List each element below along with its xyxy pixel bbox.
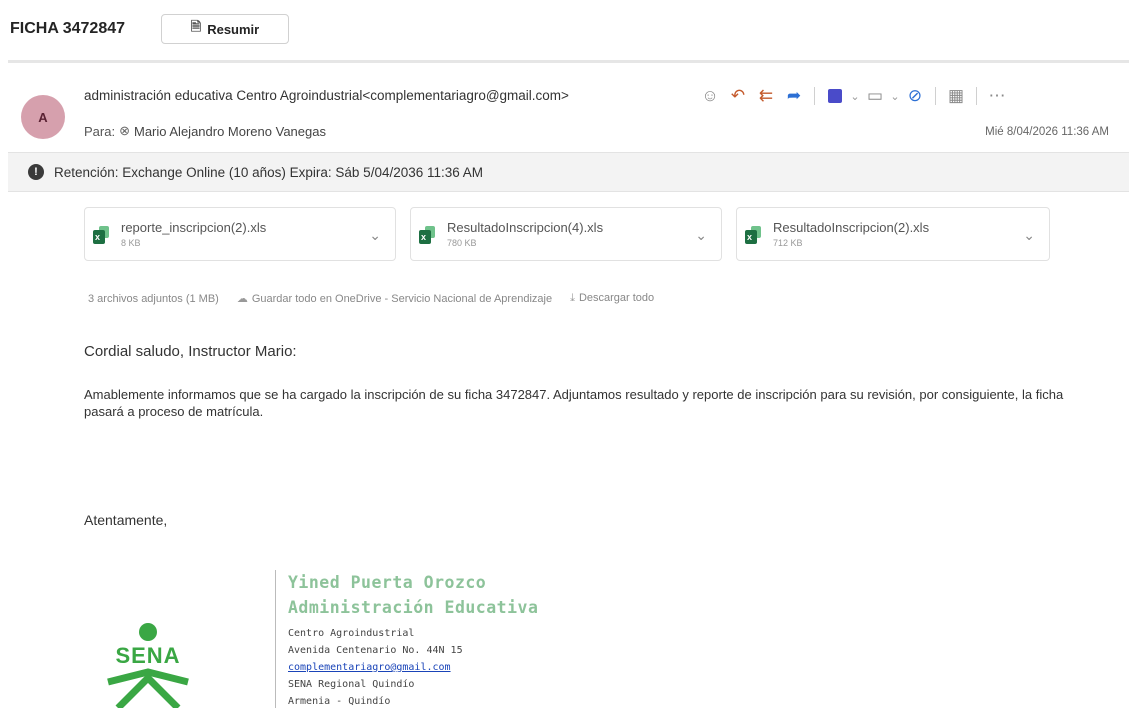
attachment-count: 3 archivos adjuntos (1 MB) bbox=[88, 292, 219, 305]
excel-file-icon: x bbox=[419, 226, 437, 244]
chevron-down-icon[interactable]: ⌄ bbox=[849, 90, 861, 103]
forward-icon[interactable]: ➦ bbox=[780, 84, 808, 108]
header-divider bbox=[8, 60, 1129, 63]
attachment-actions: 3 archivos adjuntos (1 MB) ☁ Guardar todo… bbox=[88, 292, 654, 305]
attachment-card[interactable]: x ResultadoInscripcion(4).xls 780 KB ⌄ bbox=[410, 207, 722, 261]
signature-email-link[interactable]: complementariagro@gmail.com bbox=[288, 662, 451, 673]
save-all-label: Guardar todo en OneDrive - Servicio Naci… bbox=[251, 293, 553, 305]
summarize-icon: 🗎 bbox=[190, 19, 202, 34]
signature-line: Centro Agroindustrial bbox=[288, 628, 415, 639]
download-icon: ⤓ bbox=[570, 292, 575, 304]
signature-line: Armenia - Quindío bbox=[288, 696, 391, 707]
body-greeting: Cordial saludo, Instructor Mario: bbox=[84, 343, 297, 360]
email-subject: FICHA 3472847 bbox=[10, 20, 126, 37]
attachment-size: 712 KB bbox=[773, 238, 803, 248]
sender-name[interactable]: administración educativa Centro Agroindu… bbox=[84, 88, 569, 103]
apps-icon[interactable] bbox=[821, 84, 849, 108]
attachment-card[interactable]: x ResultadoInscripcion(2).xls 712 KB ⌄ bbox=[736, 207, 1050, 261]
toolbar-separator bbox=[976, 87, 977, 105]
signature-line: SENA Regional Quindío bbox=[288, 679, 415, 690]
chevron-down-icon[interactable]: ⌄ bbox=[369, 227, 381, 244]
save-all-onedrive-link[interactable]: ☁ Guardar todo en OneDrive - Servicio Nac… bbox=[237, 292, 552, 305]
recipient-name[interactable]: Mario Alejandro Moreno Vanegas bbox=[134, 124, 326, 139]
attachment-name: ResultadoInscripcion(4).xls bbox=[447, 220, 604, 235]
attachment-name: reporte_inscripcion(2).xls bbox=[121, 220, 267, 235]
chevron-down-icon[interactable]: ⌄ bbox=[889, 90, 901, 103]
attachment-size: 8 KB bbox=[121, 238, 141, 248]
summarize-label: Resumir bbox=[207, 21, 260, 37]
to-label: Para: bbox=[84, 123, 116, 139]
signature-line: Avenida Centenario No. 44N 15 bbox=[288, 645, 463, 656]
tag-icon[interactable]: ⊘ bbox=[901, 84, 929, 108]
toolbar-separator bbox=[814, 87, 815, 105]
toolbar-separator bbox=[935, 87, 936, 105]
recipient-icon: ⊗ bbox=[119, 123, 130, 138]
retention-text: Retención: Exchange Online (10 años) Exp… bbox=[54, 164, 484, 180]
body-paragraph: Amablemente informamos que se ha cargado… bbox=[84, 387, 1064, 419]
signature-divider bbox=[275, 570, 276, 708]
recipients-row: Para: ⊗ Mario Alejandro Moreno Vanegas bbox=[84, 123, 326, 139]
more-options-icon[interactable]: ⋯ bbox=[983, 84, 1011, 108]
chevron-down-icon[interactable]: ⌄ bbox=[695, 227, 707, 244]
chevron-down-icon[interactable]: ⌄ bbox=[1023, 227, 1035, 244]
excel-file-icon: x bbox=[93, 226, 111, 244]
reply-all-icon[interactable]: ⇇ bbox=[752, 84, 780, 108]
download-all-link[interactable]: ⤓ Descargar todo bbox=[570, 292, 654, 305]
message-date: Mié 8/04/2026 11:36 AM bbox=[985, 126, 1109, 138]
immersive-reader-icon[interactable]: ▦ bbox=[942, 84, 970, 108]
excel-file-icon: x bbox=[745, 226, 763, 244]
sender-avatar[interactable]: A bbox=[21, 95, 65, 139]
message-actions-toolbar: ☺ ↶ ⇇ ➦ ⌄ ▭ ⌄ ⊘ ▦ ⋯ bbox=[696, 84, 1011, 108]
retention-banner: ! Retención: Exchange Online (10 años) E… bbox=[8, 152, 1129, 192]
download-all-label: Descargar todo bbox=[578, 292, 655, 304]
cloud-icon: ☁ bbox=[236, 293, 248, 305]
move-icon[interactable]: ▭ bbox=[861, 84, 889, 108]
attachment-size: 780 KB bbox=[447, 238, 477, 248]
attachment-name: ResultadoInscripcion(2).xls bbox=[773, 220, 930, 235]
emoji-react-icon[interactable]: ☺ bbox=[696, 84, 724, 108]
attachment-card[interactable]: x reporte_inscripcion(2).xls 8 KB ⌄ bbox=[84, 207, 396, 261]
info-icon: ! bbox=[28, 164, 44, 180]
signature-role: Administración Educativa bbox=[288, 598, 539, 617]
svg-text:SENA: SENA bbox=[115, 643, 180, 668]
reply-icon[interactable]: ↶ bbox=[724, 84, 752, 108]
signature-name: Yined Puerta Orozco bbox=[288, 573, 487, 592]
sena-logo: SENA bbox=[98, 620, 198, 711]
body-closing: Atentamente, bbox=[84, 512, 168, 528]
summarize-button[interactable]: 🗎 Resumir bbox=[161, 14, 289, 44]
